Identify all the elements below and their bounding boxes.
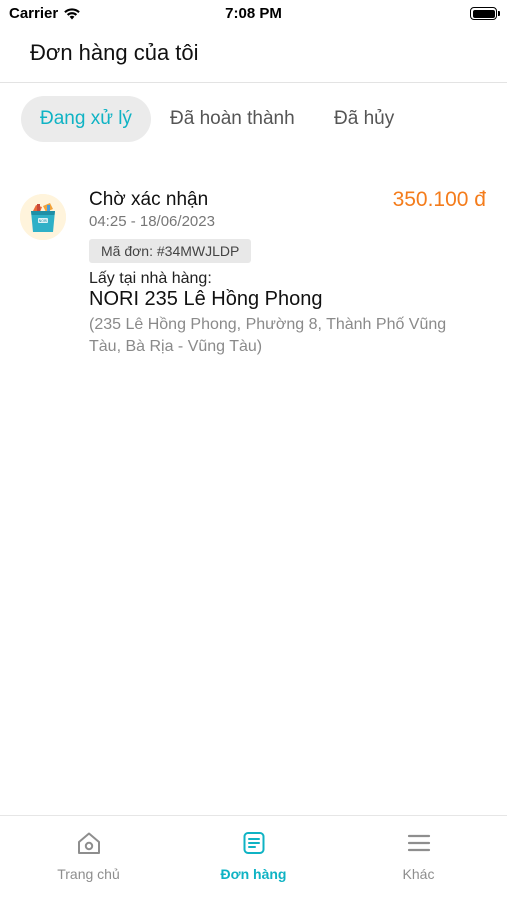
status-time: 7:08 PM: [225, 5, 282, 22]
home-icon: [78, 832, 100, 854]
nav-more[interactable]: Khác: [334, 816, 503, 900]
order-timestamp: 04:25 - 18/06/2023: [89, 213, 215, 230]
order-tabs: Đang xử lý Đã hoàn thành Đã hủy: [0, 96, 507, 144]
nav-more-label: Khác: [402, 866, 435, 882]
tab-processing[interactable]: Đang xử lý: [21, 96, 151, 142]
nav-home[interactable]: Trang chủ: [4, 816, 173, 900]
pickup-label: Lấy tại nhà hàng:: [89, 270, 212, 287]
order-list-icon: [243, 832, 265, 854]
tab-completed[interactable]: Đã hoàn thành: [170, 96, 295, 142]
tab-cancelled[interactable]: Đã hủy: [334, 96, 394, 142]
order-code-badge: Mã đơn: #34MWJLDP: [89, 239, 252, 263]
nav-orders[interactable]: Đơn hàng: [169, 816, 338, 900]
svg-text:NORI: NORI: [39, 219, 48, 223]
battery-icon: [470, 7, 500, 20]
store-address: (235 Lê Hồng Phong, Phường 8, Thành Phố …: [89, 316, 447, 355]
nav-orders-label: Đơn hàng: [220, 866, 287, 882]
menu-icon: [407, 834, 431, 852]
page-title: Đơn hàng của tôi: [30, 40, 199, 65]
order-status: Chờ xác nhận: [89, 189, 209, 210]
nav-home-label: Trang chủ: [57, 866, 120, 882]
store-logo-icon: NORI: [20, 194, 66, 240]
store-name: NORI 235 Lê Hồng Phong: [89, 288, 323, 310]
app-header: Đơn hàng của tôi: [0, 28, 507, 83]
order-card[interactable]: NORI Chờ xác nhận 04:25 - 18/06/2023 350…: [0, 180, 507, 370]
order-total-price: 350.100 đ: [392, 188, 486, 211]
status-bar: Carrier 7:08 PM: [0, 0, 507, 28]
bottom-nav: Trang chủ Đơn hàng Khác: [0, 815, 507, 900]
